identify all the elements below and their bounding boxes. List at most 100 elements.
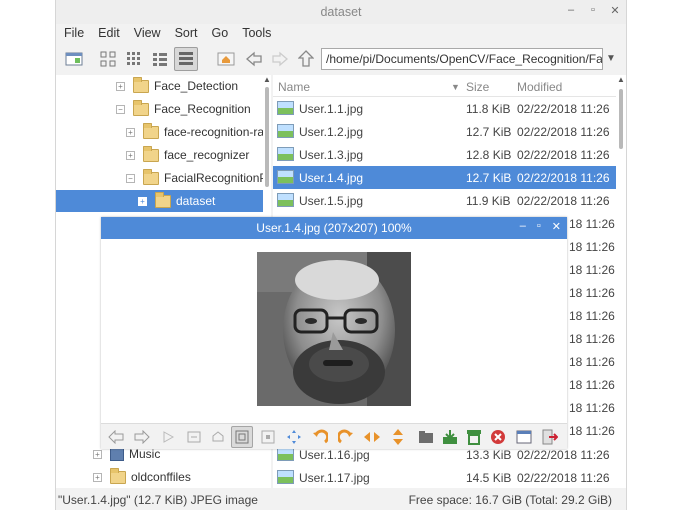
expand-icon[interactable]: + bbox=[138, 196, 147, 206]
image-file-icon bbox=[277, 447, 294, 461]
slideshow-icon[interactable] bbox=[157, 426, 179, 448]
scroll-up-icon[interactable]: ▲ bbox=[617, 75, 625, 84]
file-modified: 02/22/2018 11:26 bbox=[517, 171, 610, 185]
next-icon[interactable] bbox=[131, 426, 153, 448]
menu-file[interactable]: File bbox=[56, 24, 90, 44]
new-window-icon[interactable] bbox=[62, 47, 86, 71]
file-modified: 02/22/2018 11:26 bbox=[517, 471, 610, 485]
file-row[interactable]: User.1.5.jpg 11.9 KiB 02/22/2018 11:26 bbox=[273, 189, 616, 212]
column-modified[interactable]: Modified bbox=[517, 80, 562, 94]
tree-item[interactable]: + Face_Detection bbox=[56, 75, 271, 97]
collapse-icon[interactable]: − bbox=[116, 104, 125, 114]
expand-icon[interactable]: + bbox=[93, 472, 102, 482]
tree-scrollbar[interactable]: ▲ bbox=[263, 75, 271, 215]
file-modified-tail: 18 11:26 bbox=[569, 309, 615, 323]
tree-item[interactable]: − Face_Recognition bbox=[56, 98, 271, 120]
expand-icon[interactable]: + bbox=[126, 127, 135, 137]
fullscreen-icon[interactable] bbox=[283, 426, 305, 448]
file-modified: 02/22/2018 11:26 bbox=[517, 448, 610, 462]
file-modified: 02/22/2018 11:26 bbox=[517, 125, 610, 139]
zoom-in-icon[interactable] bbox=[207, 426, 229, 448]
save-as-icon[interactable] bbox=[463, 426, 485, 448]
up-icon[interactable] bbox=[294, 47, 318, 71]
minimize-icon[interactable]: ‒ bbox=[520, 220, 526, 233]
viewer-title: User.1.4.jpg (207x207) 100% bbox=[256, 221, 412, 235]
menu-view[interactable]: View bbox=[126, 24, 167, 44]
scrollbar-thumb[interactable] bbox=[265, 87, 269, 187]
path-dropdown-icon[interactable]: ▼ bbox=[606, 53, 616, 64]
file-row-selected[interactable]: User.1.4.jpg 12.7 KiB 02/22/2018 11:26 bbox=[273, 166, 616, 189]
scroll-up-icon[interactable]: ▲ bbox=[263, 75, 271, 84]
viewer-toolbar bbox=[101, 423, 567, 449]
file-modified: 02/22/2018 11:26 bbox=[517, 148, 610, 162]
file-row[interactable]: User.1.3.jpg 12.8 KiB 02/22/2018 11:26 bbox=[273, 143, 616, 166]
menu-go[interactable]: Go bbox=[204, 24, 235, 44]
icon-view-icon[interactable] bbox=[96, 47, 120, 71]
file-row[interactable]: User.1.2.jpg 12.7 KiB 02/22/2018 11:26 bbox=[273, 120, 616, 143]
file-size: 11.9 KiB bbox=[466, 194, 511, 208]
tree-item-label: Face_Detection bbox=[154, 79, 239, 93]
close-icon[interactable]: ✕ bbox=[552, 220, 561, 233]
menu-sort[interactable]: Sort bbox=[167, 24, 204, 44]
tree-item[interactable]: + face-recognition-rar bbox=[56, 121, 271, 143]
rotate-right-icon[interactable] bbox=[335, 426, 357, 448]
flip-horizontal-icon[interactable] bbox=[361, 426, 383, 448]
zoom-out-icon[interactable] bbox=[183, 426, 205, 448]
preferences-icon[interactable] bbox=[513, 426, 535, 448]
thumbnail-view-icon[interactable] bbox=[122, 47, 146, 71]
path-input[interactable]: /home/pi/Documents/OpenCV/Face_Recogniti… bbox=[321, 48, 603, 70]
back-icon[interactable] bbox=[242, 47, 266, 71]
file-name: User.1.4.jpg bbox=[299, 171, 364, 185]
tree-item[interactable]: − FacialRecognitionP bbox=[56, 167, 271, 189]
tree-item[interactable]: + face_recognizer bbox=[56, 144, 271, 166]
menu-edit[interactable]: Edit bbox=[90, 24, 126, 44]
fit-window-icon[interactable] bbox=[231, 426, 253, 448]
forward-icon[interactable] bbox=[268, 47, 292, 71]
file-modified-tail: 18 11:26 bbox=[569, 424, 615, 438]
tree-item-label: face_recognizer bbox=[164, 148, 250, 162]
tree-item[interactable]: + oldconffiles bbox=[56, 466, 271, 488]
tree-item-label: oldconffiles bbox=[131, 470, 191, 484]
maximize-icon[interactable]: ▫ bbox=[537, 220, 541, 233]
save-icon[interactable] bbox=[439, 426, 461, 448]
file-name: User.1.2.jpg bbox=[299, 125, 364, 139]
file-row[interactable]: User.1.17.jpg 14.5 KiB 02/22/2018 11:26 bbox=[273, 466, 616, 488]
file-size: 14.5 KiB bbox=[466, 471, 512, 485]
open-file-icon[interactable] bbox=[415, 426, 437, 448]
compact-view-icon[interactable] bbox=[148, 47, 172, 71]
tree-item-label: Face_Recognition bbox=[154, 102, 251, 116]
rotate-left-icon[interactable] bbox=[309, 426, 331, 448]
exit-icon[interactable] bbox=[539, 426, 561, 448]
column-name[interactable]: Name bbox=[278, 80, 310, 94]
menu-bar: File Edit View Sort Go Tools bbox=[56, 24, 277, 44]
menu-tools[interactable]: Tools bbox=[234, 24, 277, 44]
list-scrollbar[interactable]: ▲ bbox=[616, 75, 626, 488]
expand-icon[interactable]: + bbox=[126, 150, 135, 160]
file-size: 11.8 KiB bbox=[466, 102, 511, 116]
file-size: 12.7 KiB bbox=[466, 171, 512, 185]
previous-icon[interactable] bbox=[105, 426, 127, 448]
delete-icon[interactable] bbox=[487, 426, 509, 448]
list-header: Name ▼ Size Modified bbox=[273, 75, 616, 97]
column-size[interactable]: Size bbox=[466, 80, 489, 94]
list-view-icon[interactable] bbox=[174, 47, 198, 71]
original-size-icon[interactable] bbox=[257, 426, 279, 448]
tree-item-label: FacialRecognitionP bbox=[164, 171, 268, 185]
close-icon[interactable]: ✕ bbox=[610, 4, 620, 17]
maximize-icon[interactable]: ▫ bbox=[588, 4, 598, 17]
expand-icon[interactable]: + bbox=[93, 449, 102, 459]
expand-icon[interactable]: + bbox=[116, 81, 125, 91]
sort-chevron-down-icon[interactable]: ▼ bbox=[451, 82, 460, 92]
collapse-icon[interactable]: − bbox=[126, 173, 135, 183]
file-row[interactable]: User.1.1.jpg 11.8 KiB 02/22/2018 11:26 bbox=[273, 97, 616, 120]
home-icon[interactable] bbox=[214, 47, 238, 71]
file-name: User.1.3.jpg bbox=[299, 148, 364, 162]
file-modified-tail: 18 11:26 bbox=[569, 355, 615, 369]
scrollbar-thumb[interactable] bbox=[619, 89, 623, 149]
file-modified: 02/22/2018 11:26 bbox=[517, 102, 610, 116]
selection-status: "User.1.4.jpg" (12.7 KiB) JPEG image bbox=[58, 493, 258, 507]
minimize-icon[interactable]: ‒ bbox=[566, 4, 576, 17]
flip-vertical-icon[interactable] bbox=[387, 426, 409, 448]
tree-item-dataset[interactable]: + dataset bbox=[56, 190, 271, 212]
tree-item-label: Music bbox=[129, 447, 161, 461]
